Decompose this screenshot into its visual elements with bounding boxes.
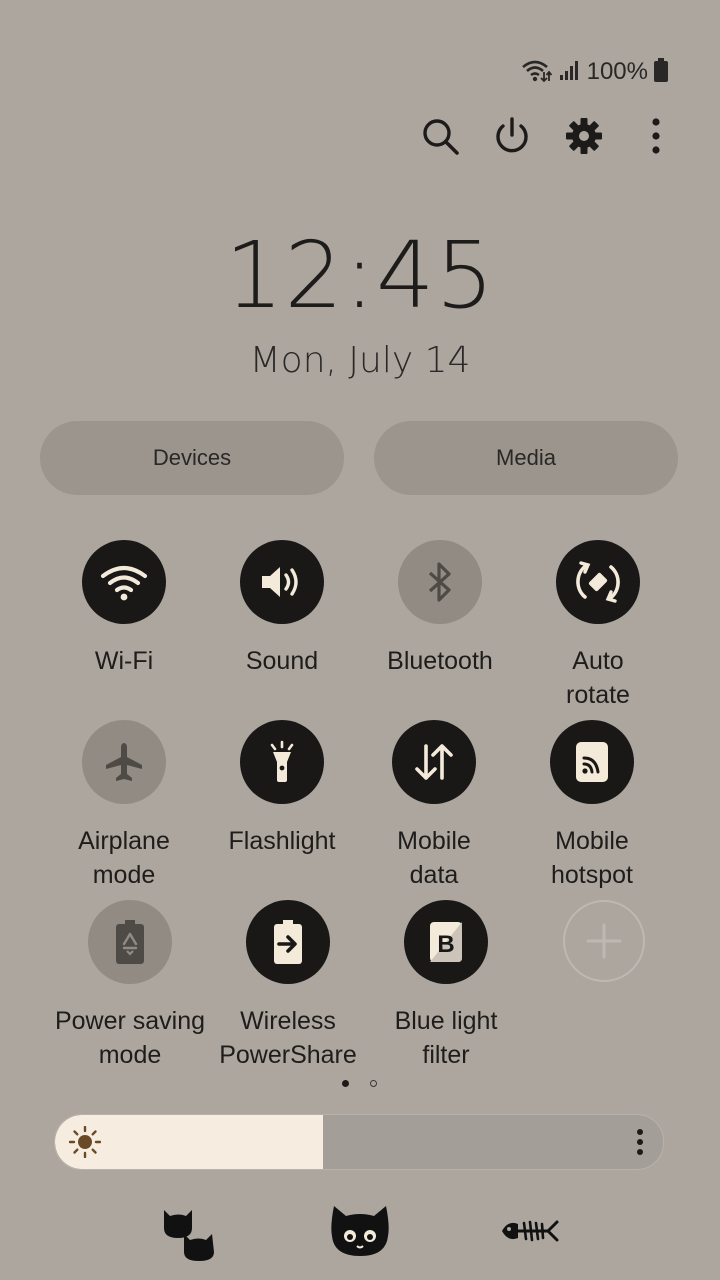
tile-flashlight-toggle[interactable]	[240, 720, 324, 804]
cell-signal-icon	[559, 59, 581, 86]
tile-power-saving-toggle[interactable]	[88, 900, 172, 984]
tile-wifi-label: Wi-Fi	[94, 647, 154, 675]
wireless-powershare-icon	[274, 920, 302, 964]
tile-bluetooth-toggle[interactable]	[398, 540, 482, 624]
flashlight-icon	[270, 740, 294, 782]
cat-heads-icon	[160, 1204, 222, 1267]
tile-auto-rotate-label: Auto rotate	[566, 647, 630, 709]
tile-sound-label: Sound	[245, 647, 319, 675]
power-icon	[496, 117, 528, 153]
tile-flashlight[interactable]: Flashlight	[202, 720, 362, 858]
status-bar: 100%	[521, 57, 668, 88]
add-icon	[586, 923, 622, 959]
tile-wireless-powershare[interactable]: Wireless PowerShare	[208, 900, 368, 1072]
bluetooth-icon	[428, 562, 451, 602]
cat-face-icon	[328, 1204, 392, 1263]
tile-mobile-data-toggle[interactable]	[392, 720, 476, 804]
devices-button[interactable]: Devices	[40, 421, 344, 495]
tile-airplane-mode-toggle[interactable]	[82, 720, 166, 804]
tile-auto-rotate[interactable]: Auto rotate	[518, 540, 678, 712]
tile-blue-light-filter-label: Blue light filter	[394, 1007, 498, 1069]
blue-light-filter-icon: B	[430, 922, 462, 962]
clock-date: Mon, July 14	[249, 340, 471, 381]
gear-icon	[566, 118, 602, 154]
tile-mobile-data-label: Mobile data	[397, 827, 471, 889]
add-tile-button[interactable]	[563, 900, 645, 982]
more-vert-icon	[637, 1129, 643, 1155]
tile-airplane-mode[interactable]: Airplane mode	[44, 720, 204, 892]
tile-sound-toggle[interactable]	[240, 540, 324, 624]
search-icon	[423, 119, 459, 155]
tile-bluetooth-label: Bluetooth	[387, 647, 493, 675]
tile-mobile-hotspot-label: Mobile hotspot	[550, 827, 633, 889]
wifi-calling-icon	[521, 57, 553, 88]
tile-power-saving[interactable]: Power saving mode	[50, 900, 210, 1072]
page-indicator-inactive	[370, 1080, 377, 1087]
svg-text:B: B	[437, 931, 454, 958]
clock-time: 12:45	[224, 222, 496, 329]
tile-mobile-hotspot-toggle[interactable]	[550, 720, 634, 804]
tile-wireless-powershare-label: Wireless PowerShare	[219, 1007, 357, 1069]
wifi-icon	[100, 565, 148, 601]
battery-percentage: 100%	[586, 58, 648, 85]
more-vert-icon	[652, 118, 660, 154]
battery-full-icon	[654, 57, 668, 87]
settings-button[interactable]	[560, 112, 608, 160]
power-button[interactable]	[488, 112, 536, 160]
hotspot-icon	[576, 742, 608, 782]
tile-wireless-powershare-toggle[interactable]	[246, 900, 330, 984]
sun-icon	[68, 1125, 102, 1163]
tile-flashlight-label: Flashlight	[228, 827, 336, 855]
tile-blue-light-filter-toggle[interactable]: B	[404, 900, 488, 984]
mobile-data-icon	[415, 744, 453, 780]
tile-mobile-data[interactable]: Mobile data	[354, 720, 514, 892]
media-button[interactable]: Media	[374, 421, 678, 495]
tile-wifi-toggle[interactable]	[82, 540, 166, 624]
auto-rotate-icon	[576, 561, 620, 603]
tile-blue-light-filter[interactable]: B Blue light filter	[366, 900, 526, 1072]
page-indicator-active	[342, 1080, 349, 1087]
more-options-button[interactable]	[632, 112, 680, 160]
power-saving-icon	[116, 920, 144, 964]
tile-auto-rotate-toggle[interactable]	[556, 540, 640, 624]
brightness-slider[interactable]	[54, 1114, 664, 1170]
speaker-icon	[262, 567, 298, 597]
tile-sound[interactable]: Sound	[202, 540, 362, 678]
tile-airplane-mode-label: Airplane mode	[78, 827, 170, 889]
search-button[interactable]	[416, 112, 464, 160]
tile-wifi[interactable]: Wi-Fi	[44, 540, 204, 678]
airplane-icon	[106, 743, 142, 781]
brightness-more-button[interactable]	[635, 1128, 645, 1161]
tile-power-saving-label: Power saving mode	[54, 1007, 206, 1069]
tile-bluetooth[interactable]: Bluetooth	[360, 540, 520, 678]
fish-bone-icon	[500, 1214, 560, 1253]
tile-mobile-hotspot[interactable]: Mobile hotspot	[512, 720, 672, 892]
tile-add[interactable]	[524, 900, 684, 982]
